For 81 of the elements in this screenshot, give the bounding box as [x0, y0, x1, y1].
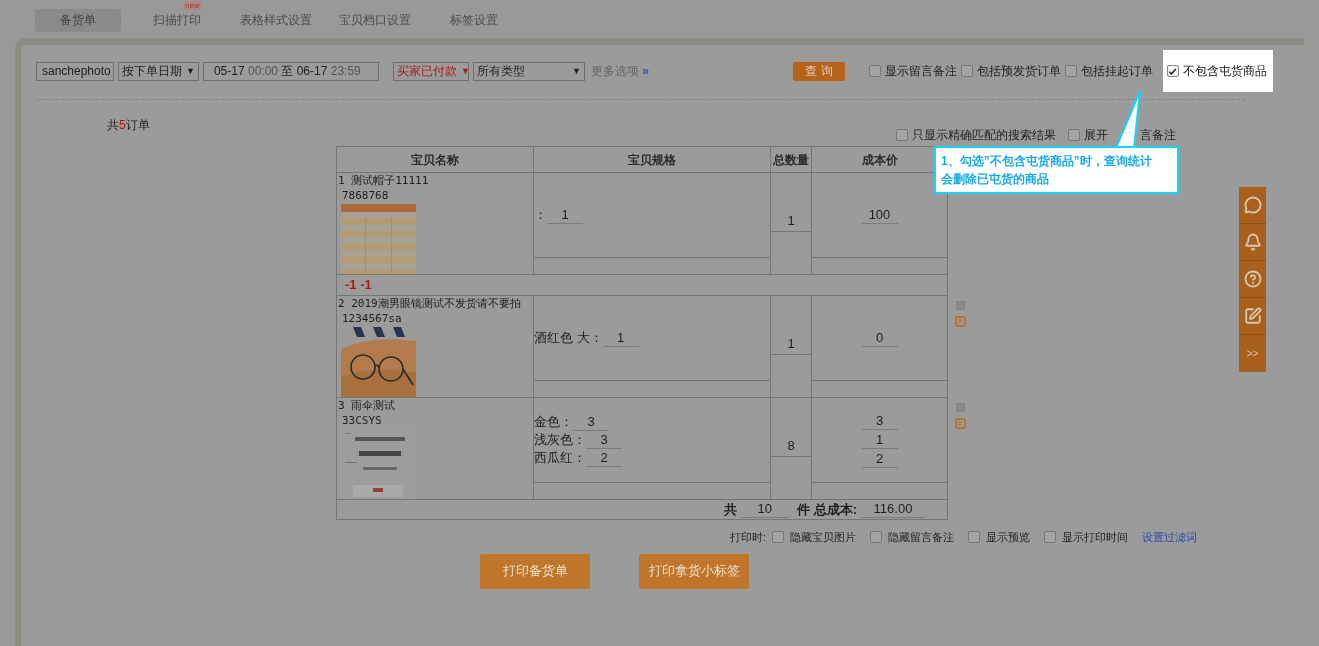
spec-quantity: 2	[586, 450, 622, 467]
expand-button[interactable]: >>	[1239, 335, 1266, 372]
checkbox[interactable]	[960, 65, 973, 77]
column-header: 宝贝名称	[411, 151, 459, 169]
print-button[interactable]: 打印备货单	[480, 553, 590, 589]
spec-label: 浅灰色：	[534, 431, 586, 449]
total-prefix: 共	[723, 500, 737, 519]
option-label: 只显示精确匹配的搜索结果	[912, 127, 1056, 144]
total-cost-label: 总成本:	[813, 500, 857, 519]
column-header: 成本价	[861, 151, 898, 169]
checkbox[interactable]	[1166, 65, 1179, 77]
spec-label: 酒红色 大：	[534, 329, 603, 347]
total-quantity: 1	[787, 334, 795, 353]
note-icon[interactable]	[954, 316, 966, 327]
cost-price: 3	[861, 412, 898, 430]
spec-quantity: 1	[602, 330, 639, 347]
checkbox[interactable]	[772, 531, 785, 544]
tab[interactable]: 备货单	[35, 8, 121, 32]
date-range-field[interactable]: 05-17 00:00 至 06-17 23:59	[202, 61, 379, 81]
query-button[interactable]: 查 询	[792, 61, 845, 81]
account-field[interactable]: sanchephoto	[36, 61, 114, 81]
total-quantity-sum: 10	[740, 501, 789, 518]
product-code: 1234567sa	[341, 312, 402, 326]
order-count: 共5订单	[107, 117, 150, 134]
row-checkbox[interactable]	[955, 403, 965, 412]
cost-price: 1	[861, 431, 898, 449]
tab[interactable]: 扫描打印	[134, 8, 220, 32]
spec-label: 西瓜红：	[534, 449, 586, 467]
column-header: 总数量	[773, 151, 809, 169]
option-label: 展开	[1084, 127, 1108, 144]
order-note: -1 -1	[345, 276, 372, 295]
chat-icon[interactable]	[1243, 196, 1262, 214]
bell-icon[interactable]	[1243, 233, 1262, 251]
product-name: 1 测试帽子11111	[338, 174, 430, 188]
status-select[interactable]: 买家已付款 ▼	[392, 61, 469, 81]
option-label: 显示预览	[986, 530, 1031, 545]
product-code: 33CSYS	[341, 414, 382, 428]
checkbox[interactable]	[870, 531, 883, 544]
spec-quantity: 3	[586, 432, 622, 449]
total-cost: 116.00	[861, 501, 925, 518]
product-name: 2 2019潮男眼镜测试不发货请不要拍	[338, 297, 522, 311]
tab[interactable]: 宝贝档口设置	[332, 8, 418, 32]
spec-label: ：	[534, 206, 547, 224]
cost-price: 2	[861, 450, 898, 468]
edit-icon[interactable]	[1243, 307, 1262, 325]
checkbox[interactable]	[1044, 531, 1057, 544]
date-type-select[interactable]: 按下单日期 ▼	[118, 61, 199, 81]
cost-price: 100	[861, 206, 898, 224]
option-label: 包括预发货订单	[976, 63, 1061, 80]
checkbox[interactable]	[896, 129, 908, 141]
option-label: 显示打印时间	[1062, 530, 1129, 545]
print-button[interactable]: 打印拿货小标签	[639, 553, 749, 589]
cost-price: 0	[861, 329, 898, 347]
tab[interactable]: 标签设置	[431, 8, 517, 32]
checkbox[interactable]	[1068, 129, 1080, 141]
option-label: 言备注	[1140, 127, 1176, 144]
help-icon[interactable]	[1243, 270, 1262, 288]
product-name: 3 雨伞测试	[338, 399, 397, 413]
total-unit: 件	[796, 500, 810, 519]
type-select[interactable]: 所有类型 ▼	[472, 61, 585, 81]
column-header: 宝贝规格	[628, 151, 676, 169]
option-label: 不包含屯货商品	[1182, 63, 1268, 80]
checkbox[interactable]	[968, 531, 981, 544]
tab[interactable]: 表格样式设置	[233, 8, 319, 32]
checkbox[interactable]	[1064, 65, 1077, 77]
filter-words-link[interactable]: 设置过滤词	[1142, 529, 1198, 546]
checkbox[interactable]	[868, 65, 881, 77]
spec-quantity: 1	[547, 207, 583, 224]
product-code: 7868768	[341, 189, 389, 203]
option-label: 显示留言备注	[884, 63, 957, 80]
option-label: 隐藏宝贝图片	[790, 530, 857, 545]
spec-quantity: 3	[573, 414, 609, 431]
total-quantity: 8	[787, 436, 795, 455]
new-badge: new	[184, 1, 201, 10]
note-icon[interactable]	[954, 418, 966, 429]
spec-label: 金色：	[534, 413, 573, 431]
row-checkbox[interactable]	[955, 301, 965, 310]
option-label: 隐藏留言备注	[888, 530, 955, 545]
total-quantity: 1	[787, 211, 795, 230]
print-label: 打印时:	[730, 530, 767, 545]
option-label: 包括挂起订单	[1080, 63, 1153, 80]
